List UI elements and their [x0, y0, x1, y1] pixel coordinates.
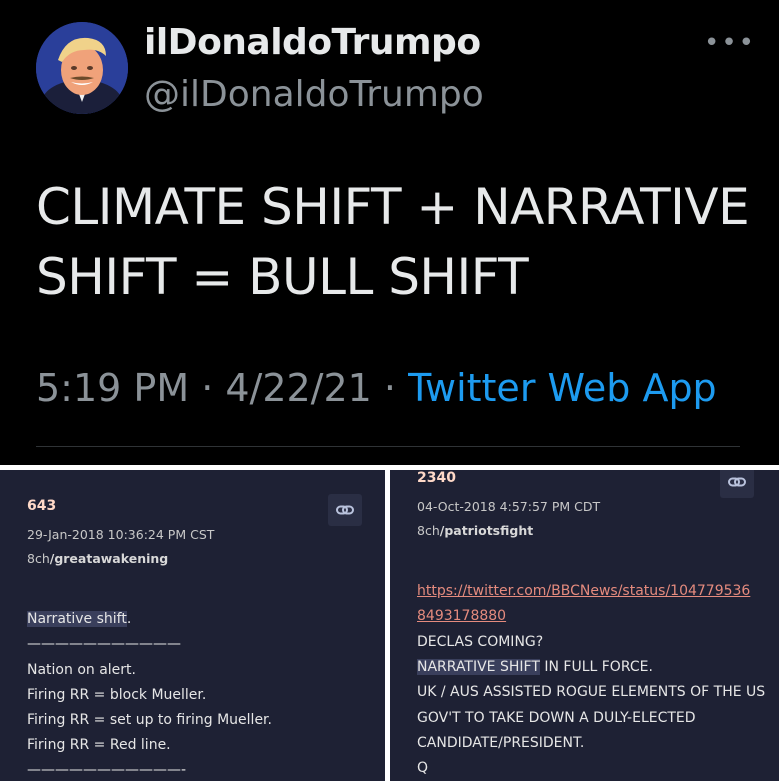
post-date: 04-Oct-2018 4:57:57 PM CDT	[417, 499, 601, 514]
post-643: 643 29-Jan-2018 10:36:24 PM CST 8ch/grea…	[0, 470, 385, 781]
tweet-meta: 5:19 PM · 4/22/21 · Twitter Web App	[36, 366, 717, 410]
display-name[interactable]: ilDonaldoTrumpo	[144, 22, 481, 63]
board-name: /patriotsfight	[439, 523, 534, 538]
post-link-button[interactable]	[328, 494, 362, 526]
post-url-link[interactable]: https://twitter.com/BBCNews/status/10477…	[417, 583, 750, 599]
post-date: 29-Jan-2018 10:36:24 PM CST	[27, 527, 215, 542]
post-line: Narrative shift.	[27, 611, 131, 627]
post-url-link[interactable]: 8493178880	[417, 608, 506, 624]
post-2340: 2340 04-Oct-2018 4:57:57 PM CDT 8ch/patr…	[390, 470, 779, 781]
post-line: ———————————-	[27, 762, 187, 778]
more-icon[interactable]: •••	[704, 30, 754, 56]
post-line: DECLAS COMING?	[417, 634, 544, 650]
tweet-text: CLIMATE SHIFT + NARRATIVE SHIFT = BULL S…	[36, 178, 750, 306]
highlighted-text: NARRATIVE SHIFT	[417, 659, 540, 675]
post-line: GOV'T TO TAKE DOWN A DULY-ELECTED	[417, 710, 696, 726]
post-line: NARRATIVE SHIFT IN FULL FORCE.	[417, 659, 653, 675]
post-line: Firing RR = set up to firing Mueller.	[27, 712, 272, 728]
divider	[36, 446, 740, 447]
post-line: CANDIDATE/PRESIDENT.	[417, 735, 585, 751]
post-number[interactable]: 643	[27, 498, 56, 514]
post-board[interactable]: 8ch/patriotsfight	[417, 523, 533, 538]
tweet-timestamp[interactable]: 5:19 PM · 4/22/21 ·	[36, 366, 408, 410]
board-prefix: 8ch	[417, 523, 440, 538]
post-text: .	[126, 611, 132, 627]
tweet-card: ilDonaldoTrumpo @ilDonaldoTrumpo ••• CLI…	[0, 0, 779, 465]
post-line: UK / AUS ASSISTED ROGUE ELEMENTS OF THE …	[417, 684, 766, 700]
avatar-image	[36, 22, 128, 114]
link-icon	[728, 477, 746, 487]
post-line: Q	[417, 760, 429, 776]
avatar[interactable]	[36, 22, 128, 114]
board-prefix: 8ch	[27, 551, 50, 566]
tweet-source-link[interactable]: Twitter Web App	[408, 366, 717, 410]
post-line: Nation on alert.	[27, 662, 136, 678]
post-link-button[interactable]	[720, 470, 754, 498]
post-text: IN FULL FORCE.	[539, 659, 653, 675]
post-line: Firing RR = block Mueller.	[27, 687, 207, 703]
post-line: Firing RR = Red line.	[27, 737, 171, 753]
link-icon	[336, 505, 354, 515]
highlighted-text: Narrative shift	[27, 611, 127, 627]
post-line: ———————————	[27, 636, 181, 652]
board-name: /greatawakening	[49, 551, 169, 566]
user-handle[interactable]: @ilDonaldoTrumpo	[144, 74, 484, 115]
post-number[interactable]: 2340	[417, 470, 456, 486]
post-board[interactable]: 8ch/greatawakening	[27, 551, 168, 566]
